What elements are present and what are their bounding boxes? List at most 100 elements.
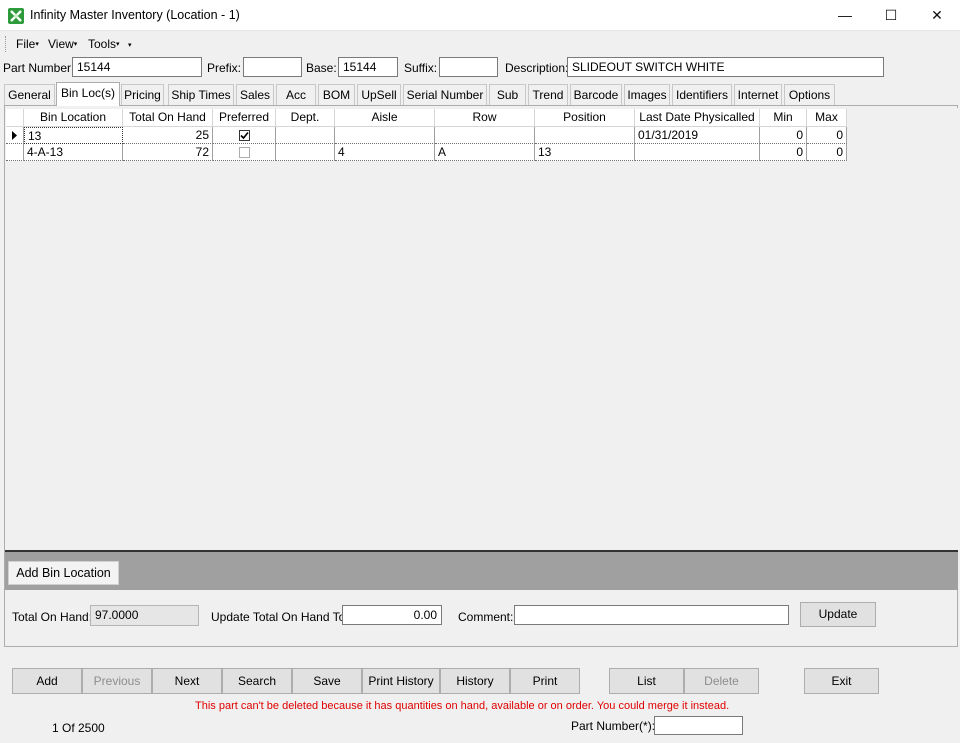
tab-barcode[interactable]: Barcode bbox=[570, 84, 622, 105]
tab-general[interactable]: General bbox=[4, 84, 55, 105]
column-header[interactable]: Row bbox=[435, 109, 535, 127]
menu-view[interactable]: View▾ bbox=[48, 37, 77, 51]
cell-bin-location[interactable]: 4-A-13 bbox=[24, 144, 123, 161]
print-button[interactable]: Print bbox=[510, 668, 580, 694]
current-row-arrow-icon bbox=[12, 131, 17, 140]
exit-button[interactable]: Exit bbox=[804, 668, 879, 694]
tab-images[interactable]: Images bbox=[624, 84, 670, 105]
tab-bin-locs[interactable]: Bin Loc(s) bbox=[56, 82, 120, 106]
row-selector[interactable] bbox=[6, 144, 24, 161]
grid-corner bbox=[6, 109, 24, 127]
tab-upsell[interactable]: UpSell bbox=[357, 84, 401, 105]
update-total-field[interactable]: 0.00 bbox=[342, 605, 442, 625]
cell-min[interactable]: 0 bbox=[760, 144, 807, 161]
history-button[interactable]: History bbox=[440, 668, 510, 694]
base-field[interactable]: 15144 bbox=[338, 57, 398, 77]
app-icon bbox=[8, 8, 24, 24]
prefix-field[interactable] bbox=[243, 57, 302, 77]
add-button[interactable]: Add bbox=[12, 668, 82, 694]
column-header[interactable]: Total On Hand bbox=[123, 109, 213, 127]
window-title: Infinity Master Inventory (Location - 1) bbox=[30, 8, 240, 22]
cell-total-on-hand[interactable]: 72 bbox=[123, 144, 213, 161]
update-total-label: Update Total On Hand To: bbox=[211, 610, 349, 624]
cell-last-date-physicalled[interactable] bbox=[635, 144, 760, 161]
update-button[interactable]: Update bbox=[800, 602, 876, 627]
next-button[interactable]: Next bbox=[152, 668, 222, 694]
chevron-down-icon: ▾ bbox=[35, 41, 39, 48]
tab-identifiers[interactable]: Identifiers bbox=[672, 84, 732, 105]
tab-options[interactable]: Options bbox=[784, 84, 835, 105]
menu-file[interactable]: File▾ bbox=[16, 37, 39, 51]
cell-position[interactable] bbox=[535, 127, 635, 144]
tab-ship-times[interactable]: Ship Times bbox=[168, 84, 234, 105]
prefix-label: Prefix: bbox=[207, 61, 242, 75]
menu-grip bbox=[5, 36, 8, 52]
tab-trend[interactable]: Trend bbox=[528, 84, 568, 105]
tab-acc[interactable]: Acc bbox=[276, 84, 316, 105]
cell-aisle[interactable]: 4 bbox=[335, 144, 435, 161]
list-button[interactable]: List bbox=[609, 668, 684, 694]
row-selector[interactable] bbox=[6, 127, 24, 144]
cell-dept[interactable] bbox=[276, 127, 335, 144]
column-header[interactable]: Min bbox=[760, 109, 807, 127]
overflow-arrow-icon: ▾ bbox=[128, 42, 132, 49]
suffix-label: Suffix: bbox=[404, 61, 438, 75]
column-header[interactable]: Preferred bbox=[213, 109, 276, 127]
chevron-down-icon: ▾ bbox=[73, 41, 78, 48]
comment-label: Comment: bbox=[458, 610, 514, 624]
cell-aisle[interactable] bbox=[335, 127, 435, 144]
tab-bom[interactable]: BOM bbox=[318, 84, 355, 105]
bin-locations-grid[interactable] bbox=[5, 108, 958, 552]
cell-dept[interactable] bbox=[276, 144, 335, 161]
cell-row[interactable]: A bbox=[435, 144, 535, 161]
tab-pricing[interactable]: Pricing bbox=[121, 84, 164, 105]
column-header[interactable]: Dept. bbox=[276, 109, 335, 127]
cell-bin-location[interactable]: 13 bbox=[24, 127, 123, 144]
cell-max[interactable]: 0 bbox=[807, 144, 847, 161]
cell-max[interactable]: 0 bbox=[807, 127, 847, 144]
record-counter: 1 Of 2500 bbox=[52, 721, 105, 735]
column-header[interactable]: Max bbox=[807, 109, 847, 127]
cell-preferred[interactable] bbox=[213, 144, 276, 161]
column-header[interactable]: Bin Location bbox=[24, 109, 123, 127]
cell-preferred[interactable] bbox=[213, 127, 276, 144]
preferred-checkbox-checked[interactable] bbox=[238, 130, 250, 142]
description-label: Description: bbox=[505, 61, 569, 75]
cell-min[interactable]: 0 bbox=[760, 127, 807, 144]
delete-warning-message: This part can't be deleted because it ha… bbox=[195, 700, 730, 712]
suffix-field[interactable] bbox=[439, 57, 498, 77]
preferred-checkbox-unchecked[interactable] bbox=[238, 147, 250, 159]
total-on-hand-value: 97.0000 bbox=[90, 605, 199, 626]
part-number-lookup-label: Part Number(*): bbox=[571, 719, 656, 733]
column-header[interactable]: Position bbox=[535, 109, 635, 127]
save-button[interactable]: Save bbox=[292, 668, 362, 694]
tab-internet[interactable]: Internet bbox=[734, 84, 782, 105]
tab-sub[interactable]: Sub bbox=[489, 84, 526, 105]
cell-last-date-physicalled[interactable]: 01/31/2019 bbox=[635, 127, 760, 144]
previous-button[interactable]: Previous bbox=[82, 668, 152, 694]
delete-button[interactable]: Delete bbox=[684, 668, 759, 694]
comment-field[interactable] bbox=[514, 605, 789, 625]
add-bin-location-button[interactable]: Add Bin Location bbox=[8, 561, 119, 585]
chevron-down-icon: ▾ bbox=[116, 41, 120, 48]
tab-serial-number[interactable]: Serial Number bbox=[403, 84, 487, 105]
cell-position[interactable]: 13 bbox=[535, 144, 635, 161]
maximize-button[interactable]: ☐ bbox=[868, 0, 914, 31]
menu-overflow[interactable]: ▾ bbox=[128, 38, 132, 52]
description-field[interactable]: SLIDEOUT SWITCH WHITE bbox=[567, 57, 884, 77]
minimize-button[interactable]: — bbox=[822, 0, 868, 31]
cell-total-on-hand[interactable]: 25 bbox=[123, 127, 213, 144]
column-header[interactable]: Aisle bbox=[335, 109, 435, 127]
add-bin-strip bbox=[5, 550, 958, 590]
part-number-lookup-field[interactable] bbox=[654, 716, 743, 735]
base-label: Base: bbox=[306, 61, 337, 75]
close-button[interactable]: ✕ bbox=[914, 0, 960, 31]
print-history-button[interactable]: Print History bbox=[362, 668, 440, 694]
menu-tools[interactable]: Tools▾ bbox=[88, 37, 120, 51]
part-number-field[interactable]: 15144 bbox=[72, 57, 202, 77]
tab-sales[interactable]: Sales bbox=[236, 84, 274, 105]
search-button[interactable]: Search bbox=[222, 668, 292, 694]
cell-row[interactable] bbox=[435, 127, 535, 144]
column-header[interactable]: Last Date Physicalled bbox=[635, 109, 760, 127]
total-on-hand-label: Total On Hand: bbox=[12, 610, 93, 624]
